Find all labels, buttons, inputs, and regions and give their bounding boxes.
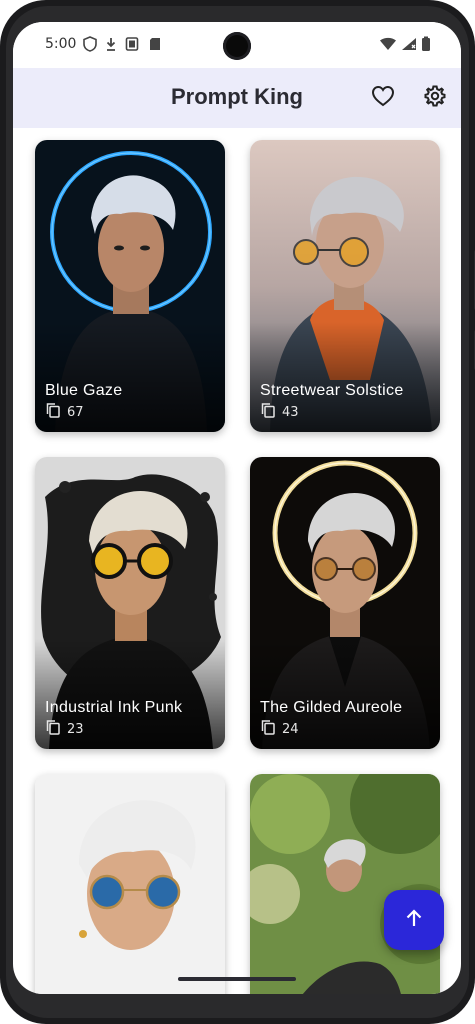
prompt-card-industrial-ink-punk[interactable]: Industrial Ink Punk 23	[35, 457, 225, 749]
arrow-up-icon	[402, 906, 426, 934]
status-bar: 5:00	[13, 22, 461, 68]
card-count: 67	[45, 402, 84, 422]
card-title: Streetwear Solstice	[260, 382, 404, 399]
card-image	[250, 774, 440, 994]
copy-icon	[260, 402, 276, 422]
screen: 5:00 Prompt King Blue Gaze 67 Streetwear…	[13, 22, 461, 994]
settings-button[interactable]	[421, 84, 449, 112]
card-title: Industrial Ink Punk	[45, 699, 183, 716]
favorites-button[interactable]	[369, 84, 397, 112]
card-image	[35, 774, 225, 994]
heart-outline-icon	[371, 85, 395, 111]
prompt-card-the-gilded-aureole[interactable]: The Gilded Aureole 24	[250, 457, 440, 749]
copy-count: 67	[67, 404, 84, 420]
copy-icon	[45, 402, 61, 422]
home-indicator[interactable]	[178, 977, 296, 981]
card-title: Blue Gaze	[45, 382, 123, 399]
prompt-card[interactable]	[35, 774, 225, 994]
card-count: 23	[45, 719, 84, 739]
card-count: 43	[260, 402, 299, 422]
shield-icon	[83, 36, 97, 52]
card-count: 24	[260, 719, 299, 739]
prompt-card-streetwear-solstice[interactable]: Streetwear Solstice 43	[250, 140, 440, 432]
gear-icon	[423, 84, 447, 112]
wifi-icon	[379, 36, 397, 52]
front-camera	[223, 32, 251, 60]
scroll-to-top-button[interactable]	[384, 890, 444, 950]
battery-icon	[421, 36, 431, 52]
screenshot-icon	[125, 36, 139, 52]
copy-icon	[45, 719, 61, 739]
download-icon	[105, 36, 117, 52]
prompt-card-blue-gaze[interactable]: Blue Gaze 67	[35, 140, 225, 432]
prompt-card[interactable]	[250, 774, 440, 994]
sd-card-icon	[149, 36, 161, 52]
copy-count: 23	[67, 721, 84, 737]
app-bar: Prompt King	[13, 68, 461, 128]
signal-icon	[401, 36, 417, 52]
status-time: 5:00	[45, 36, 77, 52]
device-frame: 5:00 Prompt King Blue Gaze 67 Streetwear…	[0, 0, 475, 1024]
copy-icon	[260, 719, 276, 739]
card-title: The Gilded Aureole	[260, 699, 403, 716]
copy-count: 43	[282, 404, 299, 420]
copy-count: 24	[282, 721, 299, 737]
prompt-grid: Blue Gaze 67 Streetwear Solstice 43 Indu…	[13, 128, 461, 994]
